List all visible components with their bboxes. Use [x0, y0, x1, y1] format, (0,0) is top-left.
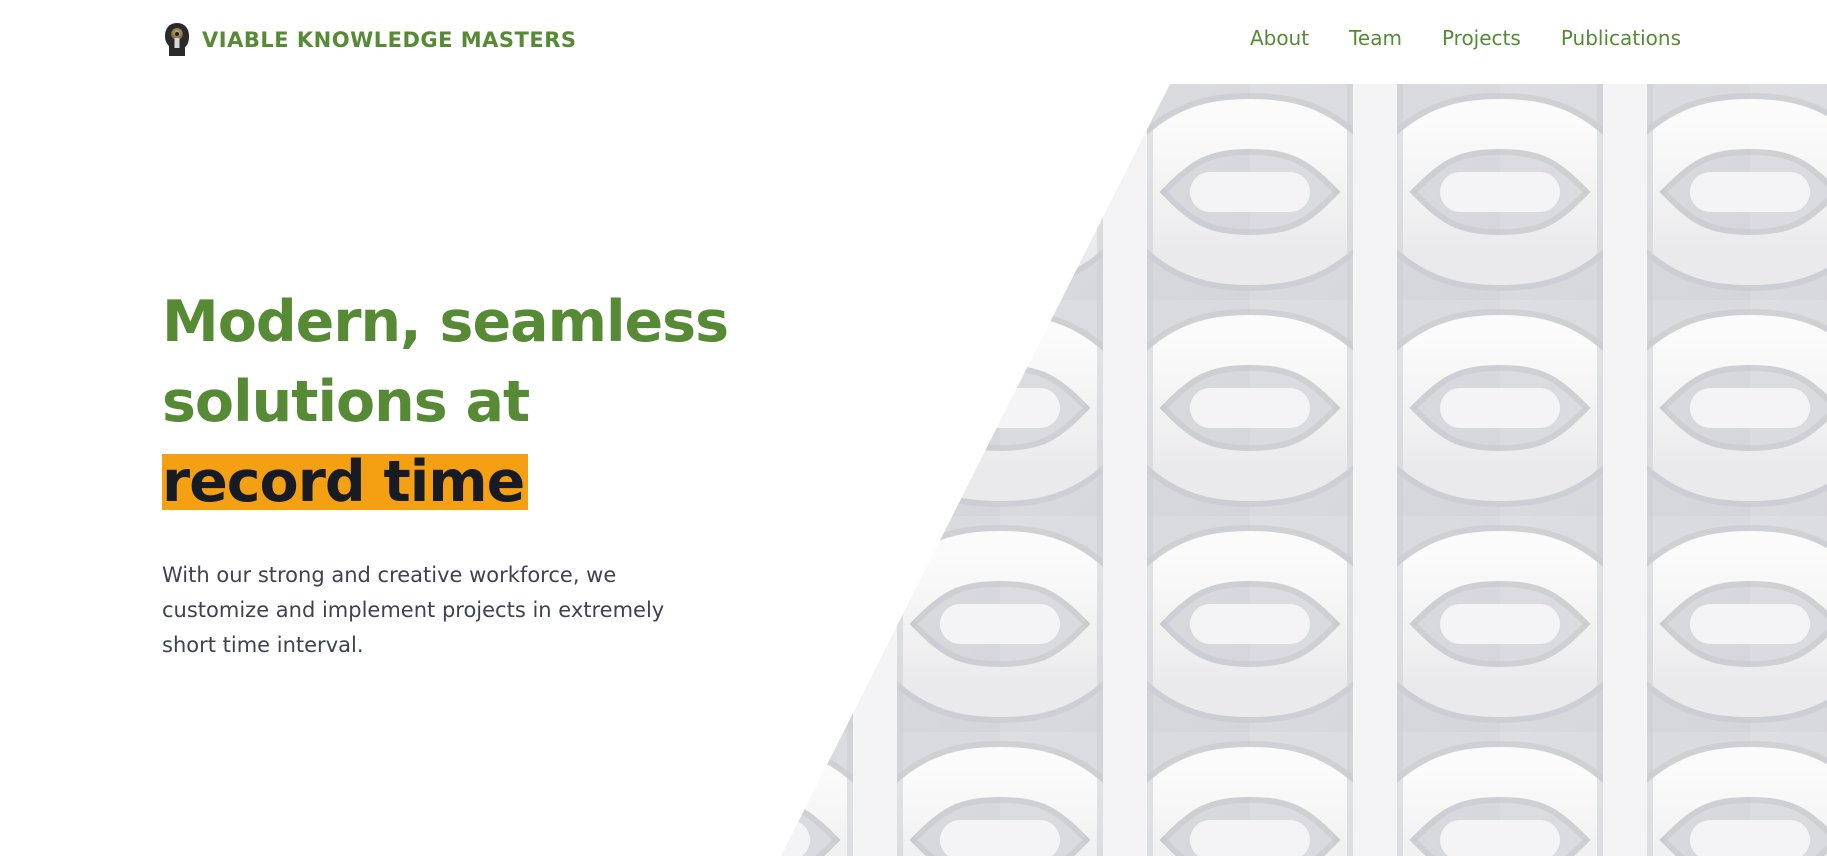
landing-page: VIABLE KNOWLEDGE MASTERS About Team Proj… [0, 0, 1827, 856]
hero-title: Modern, seamless solutions at record tim… [162, 282, 802, 522]
hero-title-line-2: solutions at [162, 369, 530, 435]
nav-link-team[interactable]: Team [1349, 26, 1402, 50]
keyhole-head-icon [165, 23, 189, 56]
hero-title-highlight: record time [162, 454, 529, 511]
brand-link[interactable]: VIABLE KNOWLEDGE MASTERS [162, 20, 577, 60]
nav-item-projects: Projects [1442, 26, 1521, 50]
nav-item-about: About [1250, 26, 1309, 50]
hero-section: Modern, seamless solutions at record tim… [162, 282, 802, 663]
brand-name: VIABLE KNOWLEDGE MASTERS [202, 28, 577, 52]
nav-link-projects[interactable]: Projects [1442, 26, 1521, 50]
main-nav: About Team Projects Publications [1250, 26, 1681, 50]
nav-link-about[interactable]: About [1250, 26, 1309, 50]
nav-item-team: Team [1349, 26, 1402, 50]
hero-description: With our strong and creative workforce, … [162, 563, 665, 657]
nav-link-publications[interactable]: Publications [1561, 26, 1681, 50]
hero-title-line-1: Modern, seamless [162, 289, 729, 355]
site-header: VIABLE KNOWLEDGE MASTERS About Team Proj… [0, 0, 1827, 84]
nav-item-publications: Publications [1561, 26, 1681, 50]
